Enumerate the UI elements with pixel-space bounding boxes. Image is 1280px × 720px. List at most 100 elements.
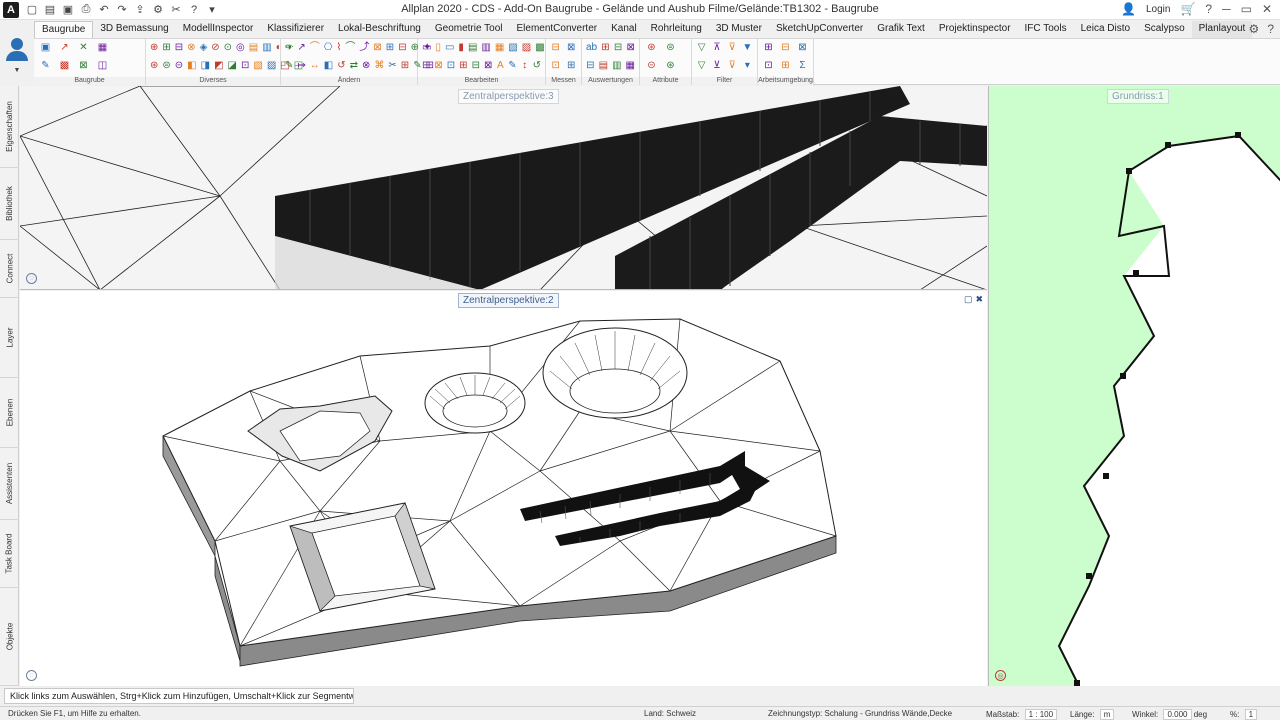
tool-icon[interactable]: ⊡	[241, 59, 249, 73]
save-icon[interactable]: ▣	[61, 3, 75, 17]
tool-icon[interactable]: ⊟	[779, 41, 792, 55]
tool-icon[interactable]: ◨	[201, 59, 210, 73]
tool-icon[interactable]: ⌒	[345, 41, 355, 55]
tool-icon[interactable]: ◧	[324, 59, 333, 73]
tab-grafik-text[interactable]: Grafik Text	[870, 21, 932, 38]
tool-icon[interactable]: ⊟	[586, 59, 595, 73]
tool-icon[interactable]: ⊞	[566, 59, 578, 73]
tool-icon[interactable]: ▩	[57, 59, 72, 73]
tool-icon[interactable]: ⊘	[211, 41, 219, 55]
tool-icon[interactable]: ⊕	[150, 41, 158, 55]
tool-icon[interactable]: ⊽	[727, 59, 738, 73]
settings-icon[interactable]: ⚙	[151, 3, 165, 17]
tool-icon[interactable]: ▧	[253, 59, 262, 73]
tab-klassifizierer[interactable]: Klassifizierer	[260, 21, 331, 38]
tool-icon[interactable]: ⇄	[350, 59, 358, 73]
tool-icon[interactable]: ⊞	[601, 41, 610, 55]
tool-icon[interactable]: ▤	[599, 59, 608, 73]
tool-icon[interactable]: ⊝	[644, 59, 659, 73]
tool-icon[interactable]: ↗	[57, 41, 72, 55]
close-icon[interactable]: ✕	[1262, 2, 1272, 16]
tool-icon[interactable]: ✏	[285, 41, 293, 55]
tab-planlayout[interactable]: Planlayout	[1191, 21, 1253, 38]
tool-icon[interactable]: ⌒	[310, 41, 320, 55]
tool-icon[interactable]: ⊞	[386, 41, 394, 55]
tool-icon[interactable]: ▦	[626, 59, 635, 73]
tool-icon[interactable]: ⊞	[162, 41, 170, 55]
login-link[interactable]: Login	[1146, 4, 1170, 15]
tool-icon[interactable]: ◩	[214, 59, 223, 73]
tool-icon[interactable]: ✕	[76, 41, 91, 55]
tool-icon[interactable]: ⤴	[359, 41, 369, 55]
tool-icon[interactable]: ⌘	[374, 59, 384, 73]
tool-icon[interactable]: ▨	[522, 41, 531, 55]
navigation-icon[interactable]: ◎	[995, 670, 1006, 681]
tool-icon[interactable]: ▼	[742, 41, 753, 55]
sidebar-item-assistenten[interactable]: Assistenten	[0, 448, 19, 520]
tool-icon[interactable]: ↺	[533, 59, 541, 73]
allplan-logo[interactable]: A	[3, 1, 19, 18]
tool-icon[interactable]: ⊟	[398, 41, 406, 55]
share-icon[interactable]: ⇪	[133, 3, 147, 17]
tools-icon[interactable]: ✂	[169, 3, 183, 17]
tool-icon[interactable]: ◪	[228, 59, 237, 73]
tab-modellinspector[interactable]: ModellInspector	[176, 21, 261, 38]
tool-icon[interactable]: ▤	[468, 41, 477, 55]
tool-icon[interactable]: ⊠	[796, 41, 809, 55]
tool-icon[interactable]: ▮	[458, 41, 464, 55]
tab-leica-disto[interactable]: Leica Disto	[1074, 21, 1137, 38]
tool-icon[interactable]: ⊼	[711, 41, 722, 55]
tool-icon[interactable]: ◫	[95, 59, 110, 73]
tool-icon[interactable]: ⌇	[337, 41, 342, 55]
tool-icon[interactable]: ⊡	[550, 59, 562, 73]
tool-icon[interactable]: ✂	[388, 59, 396, 73]
zeichnungstyp-value[interactable]: Schalung - Grundriss Wände,Decke	[825, 709, 953, 718]
tool-icon[interactable]: ⊠	[484, 59, 492, 73]
tool-icon[interactable]: ↕	[521, 59, 529, 73]
tab-baugrube[interactable]: Baugrube	[34, 21, 94, 38]
tool-icon[interactable]: ⊞	[779, 59, 792, 73]
navigation-icon[interactable]: ◌	[26, 273, 37, 284]
tool-icon[interactable]: ✎	[285, 59, 293, 73]
tool-icon[interactable]: ▦	[495, 41, 504, 55]
tool-icon[interactable]: Σ	[796, 59, 809, 73]
tool-icon[interactable]: ⊟	[550, 41, 562, 55]
tool-icon[interactable]: ▨	[267, 59, 276, 73]
tab-rohrleitung[interactable]: Rohrleitung	[644, 21, 709, 38]
tool-icon[interactable]: ⊗	[187, 41, 195, 55]
sidebar-item-layer[interactable]: Layer	[0, 298, 19, 378]
minimize-icon[interactable]: ─	[1222, 2, 1231, 16]
tool-icon[interactable]: ⊡	[762, 59, 775, 73]
winkel-value[interactable]: 0.000	[1163, 709, 1192, 720]
tool-icon[interactable]: ⊟	[472, 59, 480, 73]
help-circle-icon[interactable]: ?	[1205, 2, 1212, 16]
tab-elementconverter[interactable]: ElementConverter	[510, 21, 605, 38]
tool-icon[interactable]: ↔	[310, 59, 320, 73]
chevron-down-icon[interactable]: ▼	[14, 67, 21, 74]
help-icon[interactable]: ?	[187, 3, 201, 17]
percent-value[interactable]: 1	[1244, 709, 1258, 720]
tool-icon[interactable]: ▩	[535, 41, 544, 55]
sidebar-item-task-board[interactable]: Task Board	[0, 520, 19, 588]
tool-icon[interactable]: ⊛	[644, 41, 659, 55]
tool-icon[interactable]: ⊠	[76, 59, 91, 73]
tool-icon[interactable]: ▥	[481, 41, 490, 55]
print-icon[interactable]: ⎙	[79, 3, 93, 17]
tab-3d-bemassung[interactable]: 3D Bemassung	[93, 21, 175, 38]
sidebar-item-connect[interactable]: Connect	[0, 240, 19, 298]
tool-icon[interactable]: ▦	[95, 41, 110, 55]
tool-icon[interactable]: ⊛	[150, 59, 158, 73]
maximize-viewport-icon[interactable]: ▢	[964, 294, 973, 305]
viewport-perspective-2[interactable]: Zentralperspektive:2 ▢ ✖ ◌	[20, 291, 987, 686]
tool-icon[interactable]: ▧	[508, 41, 517, 55]
viewport-label[interactable]: Grundriss:1	[1107, 89, 1169, 104]
tool-icon[interactable]: ⊛	[663, 59, 678, 73]
user-account[interactable]: ▼	[0, 21, 34, 85]
redo-icon[interactable]: ↷	[115, 3, 129, 17]
tool-icon[interactable]: ⊜	[162, 59, 170, 73]
close-viewport-icon[interactable]: ✖	[975, 294, 983, 305]
massstab-value[interactable]: 1 : 100	[1024, 709, 1058, 720]
tab-projektinspector[interactable]: Projektinspector	[932, 21, 1018, 38]
tool-icon[interactable]: ▣	[38, 41, 53, 55]
tool-icon[interactable]: ↗	[297, 41, 305, 55]
